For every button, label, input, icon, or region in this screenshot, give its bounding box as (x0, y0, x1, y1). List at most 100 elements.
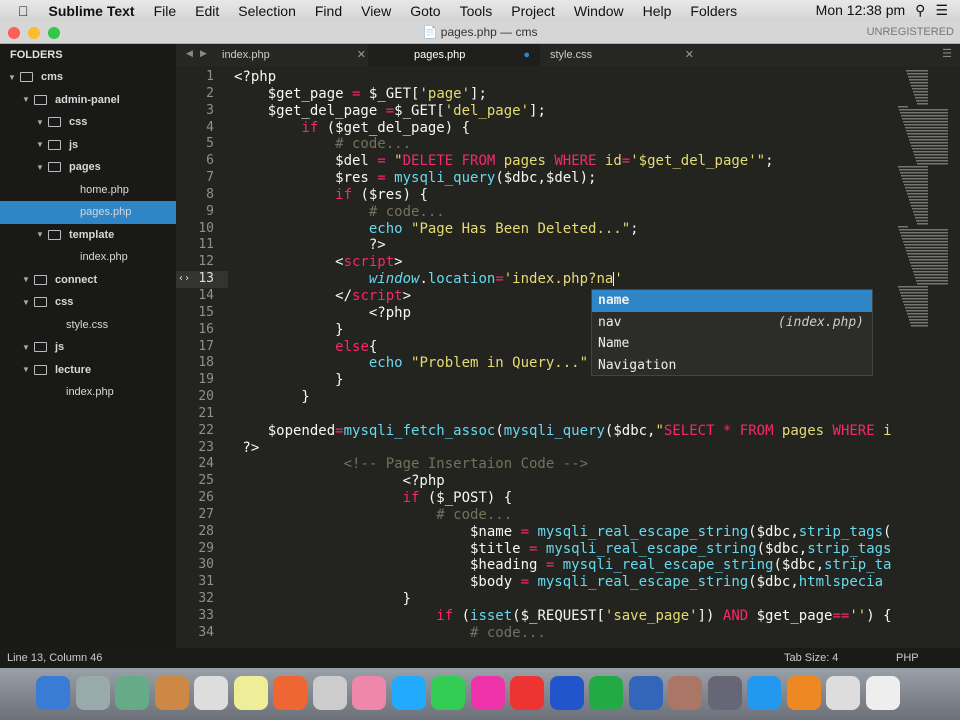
menu-help[interactable]: Help (643, 3, 672, 19)
menu-view[interactable]: View (361, 3, 391, 19)
notification-center-icon[interactable]: ☰ (935, 2, 948, 19)
file-icon: 📄 (422, 25, 441, 39)
code-token: ($dbc, (748, 574, 799, 591)
line-number: 29 (198, 540, 214, 556)
dock-app-icon[interactable] (589, 676, 623, 710)
dock-app-icon[interactable] (826, 676, 860, 710)
sidebar-item-css[interactable]: ▼ css (0, 111, 176, 134)
dock-app-icon[interactable] (510, 676, 544, 710)
disclosure-icon[interactable]: ▼ (22, 365, 30, 374)
dock-app-icon[interactable] (391, 676, 426, 710)
syntax-selector[interactable]: PHP (896, 648, 919, 668)
disclosure-icon[interactable]: ▼ (22, 275, 30, 284)
code-token: if (402, 490, 420, 507)
autocomplete-item[interactable]: name (592, 290, 872, 312)
app-menu[interactable]: Sublime Text (49, 3, 135, 19)
dock-app-icon[interactable] (352, 676, 386, 710)
sidebar-item-lecture[interactable]: ▼ lecture (0, 359, 176, 382)
code-token: } (234, 321, 344, 338)
autocomplete-item[interactable]: nav (index.php) (592, 312, 872, 334)
autocomplete-label: Navigation (598, 357, 677, 373)
sidebar-item-admin-panel[interactable]: ▼ admin-panel (0, 89, 176, 112)
code-token: strip_tags (798, 523, 884, 540)
spotlight-search-icon[interactable]: ⚲ (915, 2, 925, 19)
disclosure-icon[interactable]: ▼ (22, 298, 30, 307)
code-token: "Page Has Been Deleted..." (411, 220, 631, 237)
minimap[interactable] (888, 66, 960, 648)
sidebar-item-index-php[interactable]: index.php (0, 381, 176, 404)
tab-list-icon[interactable]: ☰ (942, 47, 952, 60)
minimap-line (913, 211, 928, 213)
menu-folders[interactable]: Folders (690, 3, 737, 19)
menu-edit[interactable]: Edit (195, 3, 219, 19)
dock-app-icon[interactable] (865, 676, 900, 710)
disclosure-icon[interactable]: ▼ (8, 73, 16, 82)
tab-size[interactable]: Tab Size: 4 (784, 648, 838, 668)
code-line: ?> (234, 440, 892, 457)
fold-marker-icon[interactable]: ‹› (178, 271, 190, 288)
menu-bar:  Sublime Text File Edit Selection Find View… (0, 0, 960, 21)
disclosure-icon[interactable]: ▼ (36, 118, 44, 127)
dock-app-icon[interactable] (312, 676, 347, 710)
sidebar-item-pages[interactable]: ▼ pages (0, 156, 176, 179)
menu-project[interactable]: Project (511, 3, 555, 19)
sidebar-item-js[interactable]: ▼ js (0, 336, 176, 359)
dock-app-icon[interactable] (668, 676, 702, 710)
dock-app-icon[interactable] (628, 676, 663, 710)
window-title: pages.php — cms (440, 25, 538, 39)
disclosure-icon[interactable]: ▼ (36, 140, 44, 149)
menu-window[interactable]: Window (574, 3, 624, 19)
sidebar-item-home-php[interactable]: home.php (0, 179, 176, 202)
code-token: ($dbc, (748, 523, 799, 540)
tab-index-php[interactable]: index.php ✕ (176, 44, 376, 66)
tab-style-css[interactable]: style.css ✕ (504, 44, 704, 66)
minimize-window-button[interactable] (28, 27, 40, 39)
dock-app-icon[interactable] (194, 676, 228, 710)
minimap-line (911, 265, 948, 267)
sidebar-item-cms[interactable]: ▼ cms (0, 66, 176, 89)
clock[interactable]: Mon 12:38 pm (816, 2, 906, 19)
menu-find[interactable]: Find (315, 3, 342, 19)
folder-icon (48, 162, 61, 173)
disclosure-icon[interactable]: ▼ (22, 95, 30, 104)
menu-goto[interactable]: Goto (410, 3, 440, 19)
apple-icon[interactable]:  (18, 3, 29, 19)
dock-app-icon[interactable] (233, 676, 268, 710)
menu-file[interactable]: File (154, 3, 177, 19)
close-tab-icon[interactable]: ✕ (357, 44, 366, 66)
menu-tools[interactable]: Tools (460, 3, 493, 19)
disclosure-icon[interactable]: ▼ (22, 343, 30, 352)
dock-app-icon[interactable] (154, 676, 189, 710)
zoom-window-button[interactable] (48, 27, 60, 39)
line-number: 21 (198, 405, 214, 421)
sidebar-item-index-php[interactable]: index.php (0, 246, 176, 269)
dock-app-icon[interactable] (470, 676, 505, 710)
dock-app-icon[interactable] (36, 676, 70, 710)
disclosure-icon[interactable]: ▼ (36, 230, 44, 239)
title-bar: 📄 pages.php — cms UNREGISTERED (0, 21, 960, 44)
line-number: 12 (198, 254, 214, 270)
dock-app-icon[interactable] (115, 676, 149, 710)
code-editor[interactable]: 1 2 3 4 5 6 7 8 9 10 11 12 ‹› 13 14 15 16 17 18 19 20 21 22 23 2… (176, 66, 960, 648)
dock-app-icon[interactable] (786, 676, 821, 710)
dock-app-icon[interactable] (273, 676, 307, 710)
dock-app-icon[interactable] (75, 676, 110, 710)
close-tab-icon[interactable]: ✕ (685, 44, 694, 66)
sidebar-item-style-css[interactable]: style.css (0, 314, 176, 337)
disclosure-icon[interactable]: ▼ (36, 163, 44, 172)
minimap-line (904, 244, 948, 246)
sidebar-item-css[interactable]: ▼ css (0, 291, 176, 314)
menu-selection[interactable]: Selection (238, 3, 296, 19)
sidebar-item-js[interactable]: ▼ js (0, 134, 176, 157)
sidebar-item-connect[interactable]: ▼ connect (0, 269, 176, 292)
sidebar-item-pages-php[interactable]: pages.php (0, 201, 176, 224)
dock-app-icon[interactable] (707, 676, 742, 710)
autocomplete-item[interactable]: Navigation (592, 355, 872, 377)
close-window-button[interactable] (8, 27, 20, 39)
code-line: # code... (234, 625, 892, 642)
dock-app-icon[interactable] (431, 676, 465, 710)
dock-app-icon[interactable] (549, 676, 584, 710)
dock-app-icon[interactable] (747, 676, 781, 710)
sidebar-item-template[interactable]: ▼ template (0, 224, 176, 247)
autocomplete-item[interactable]: Name (592, 333, 872, 355)
